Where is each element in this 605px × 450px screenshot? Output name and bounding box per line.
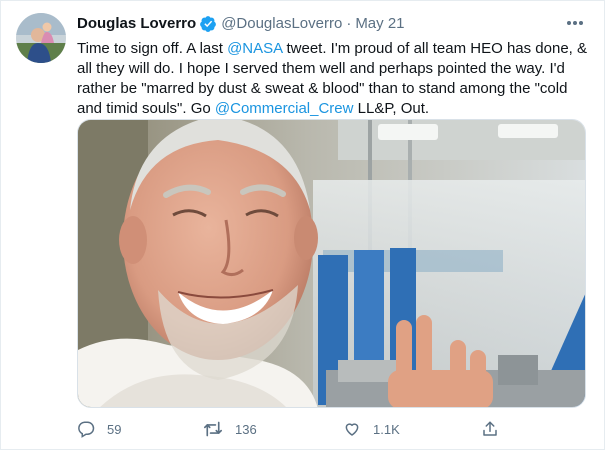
retweet-arrows-icon <box>203 420 223 438</box>
mention-commercial-crew-link[interactable]: @Commercial_Crew <box>215 100 354 117</box>
tweet-card[interactable]: Douglas Loverro @DouglasLoverro · May 21… <box>0 0 605 450</box>
share-button[interactable] <box>481 417 499 441</box>
tweet-photo[interactable] <box>77 119 586 408</box>
retweet-count: 136 <box>235 421 257 437</box>
speech-bubble-icon <box>77 420 95 438</box>
tweet-actions: 59 136 1.1K <box>77 417 517 441</box>
reply-count: 59 <box>107 421 122 437</box>
tweet-text: Time to sign off. A last @NASA tweet. I'… <box>77 39 587 119</box>
share-upload-icon <box>481 420 499 438</box>
heart-icon <box>343 420 361 438</box>
more-dots-icon[interactable] <box>564 13 586 33</box>
separator-dot: · <box>346 15 352 32</box>
retweet-button[interactable]: 136 <box>203 417 257 441</box>
tweet-date[interactable]: May 21 <box>355 15 404 33</box>
verified-badge-icon <box>199 15 217 33</box>
tweet-text-part-3: LL&P, Out. <box>353 100 430 117</box>
like-count: 1.1K <box>373 421 400 437</box>
avatar[interactable] <box>16 13 66 63</box>
tweet-header: Douglas Loverro @DouglasLoverro · May 21 <box>77 15 405 33</box>
like-button[interactable]: 1.1K <box>343 417 400 441</box>
author-handle[interactable]: @DouglasLoverro <box>221 15 342 33</box>
tweet-text-part-1: Time to sign off. A last <box>77 40 228 57</box>
mention-nasa-link[interactable]: @NASA <box>227 40 282 57</box>
reply-button[interactable]: 59 <box>77 417 121 441</box>
author-name[interactable]: Douglas Loverro <box>77 15 196 33</box>
